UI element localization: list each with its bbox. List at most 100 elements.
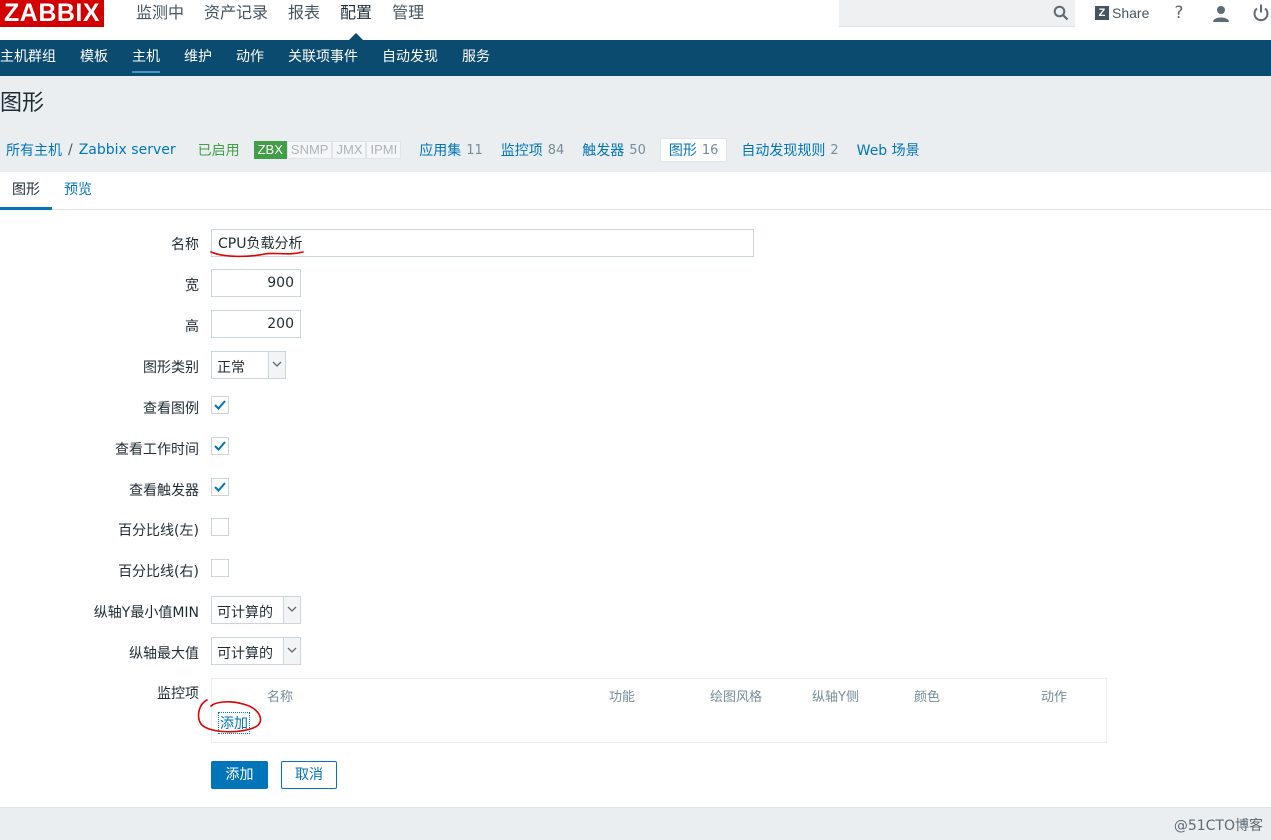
column-header-name: 名称 (267, 690, 294, 705)
checkmark-icon (214, 400, 226, 410)
breadcrumb-graphs[interactable]: 图形 16 (659, 138, 728, 162)
show-triggers-label: 查看触发器 (129, 483, 199, 499)
percentile-right-checkbox[interactable] (211, 559, 229, 577)
graph-type-label: 图形类别 (143, 360, 199, 376)
main-menu-configuration[interactable]: 配置 (330, 0, 382, 40)
checkmark-icon (214, 441, 226, 451)
host-status-enabled[interactable]: 已启用 (198, 140, 240, 160)
show-legend-checkbox[interactable] (211, 396, 229, 414)
breadcrumb-web-scenarios[interactable]: Web 场景 (857, 140, 925, 160)
name-label: 名称 (171, 237, 199, 253)
user-profile-icon[interactable] (1211, 4, 1231, 24)
chevron-down-icon (283, 638, 300, 664)
sub-menu-templates[interactable]: 模板 (68, 40, 120, 76)
breadcrumb-applications[interactable]: 应用集 11 (419, 140, 483, 160)
column-header-function: 功能 (609, 690, 636, 705)
breadcrumb-discovery-rules-count: 2 (830, 142, 839, 158)
breadcrumb-triggers[interactable]: 触发器 50 (582, 140, 646, 160)
sub-menu-event-correlation[interactable]: 关联项事件 (276, 40, 370, 76)
percentile-right-label: 百分比线(右) (118, 564, 199, 580)
sub-menu-actions[interactable]: 动作 (224, 40, 276, 76)
active-menu-caret (349, 33, 364, 40)
graph-type-select[interactable]: 正常 (211, 351, 286, 379)
main-menu-reports[interactable]: 报表 (278, 0, 330, 28)
main-menu-administration[interactable]: 管理 (382, 0, 434, 28)
checkmark-icon (214, 482, 226, 492)
show-triggers-checkbox[interactable] (211, 478, 229, 496)
sub-menu-host-groups[interactable]: 主机群组 (0, 40, 68, 76)
main-menu: 监测中 资产记录 报表 配置 管理 (126, 0, 434, 40)
page-title: 图形 (0, 91, 45, 116)
ymax-label: 纵轴最大值 (129, 646, 199, 662)
width-field[interactable] (211, 269, 301, 297)
protocol-ipmi: IPMI (366, 141, 402, 159)
sub-menu-services[interactable]: 服务 (450, 40, 502, 76)
sub-menu-discovery[interactable]: 自动发现 (370, 40, 450, 76)
main-menu-inventory[interactable]: 资产记录 (194, 0, 278, 28)
breadcrumb-discovery-rules-label: 自动发现规则 (741, 143, 826, 159)
breadcrumb-items-count: 84 (547, 142, 565, 158)
ymin-type-select[interactable]: 可计算的 (211, 596, 301, 624)
percentile-left-label: 百分比线(左) (118, 523, 199, 539)
breadcrumb-items[interactable]: 监控项 84 (501, 140, 565, 160)
width-label: 宽 (185, 278, 199, 294)
main-menu-monitoring[interactable]: 监测中 (126, 0, 194, 28)
chevron-down-icon (268, 352, 285, 378)
protocol-zbx: ZBX (253, 141, 287, 159)
footer: @51CTO博客 (0, 807, 1271, 840)
breadcrumb-all-hosts[interactable]: 所有主机 (0, 140, 68, 160)
show-working-time-checkbox[interactable] (211, 437, 229, 455)
sub-menu-maintenance[interactable]: 维护 (172, 40, 224, 76)
search-input[interactable] (839, 0, 1051, 24)
breadcrumb-graphs-count: 16 (701, 142, 719, 158)
breadcrumb-triggers-count: 50 (629, 142, 646, 158)
add-graph-button[interactable]: 添加 (211, 761, 268, 789)
header-area: 图形 所有主机 / Zabbix server 已启用 ZBX SNMP JMX… (0, 76, 1271, 172)
ymin-type-value: 可计算的 (217, 605, 273, 621)
add-item-link[interactable]: 添加 (218, 712, 250, 734)
ymax-type-select[interactable]: 可计算的 (211, 637, 301, 665)
breadcrumb-host[interactable]: Zabbix server (73, 142, 182, 158)
help-icon[interactable]: ? (1169, 3, 1189, 23)
chevron-down-icon (283, 597, 300, 623)
top-bar: ZABBIX 监测中 资产记录 报表 配置 管理 Z Share ? (0, 0, 1271, 40)
availability-protocols: ZBX SNMP JMX IPMI (253, 141, 402, 159)
height-field[interactable] (211, 310, 301, 338)
items-label: 监控项 (157, 686, 199, 702)
breadcrumb-discovery-rules[interactable]: 自动发现规则 2 (741, 140, 838, 160)
column-header-action: 动作 (1041, 690, 1068, 705)
ymax-type-value: 可计算的 (217, 646, 273, 662)
height-label: 高 (185, 319, 199, 335)
graph-type-value: 正常 (217, 360, 245, 376)
sign-out-icon[interactable] (1251, 3, 1271, 23)
sub-menu: 主机群组 模板 主机 维护 动作 关联项事件 自动发现 服务 (0, 40, 1271, 76)
sub-menu-hosts[interactable]: 主机 (120, 40, 172, 76)
tab-graph[interactable]: 图形 (0, 172, 52, 210)
breadcrumb: 所有主机 / Zabbix server 已启用 ZBX SNMP JMX IP… (0, 138, 925, 162)
zabbix-share-icon: Z (1095, 6, 1109, 20)
protocol-snmp: SNMP (286, 141, 333, 159)
search-icon[interactable] (1053, 5, 1069, 21)
show-working-time-label: 查看工作时间 (115, 442, 199, 458)
graph-items-table: 名称 功能 绘图风格 纵轴Y侧 颜色 动作 添加 (211, 678, 1107, 743)
main-menu-configuration-label: 配置 (340, 3, 373, 22)
percentile-left-checkbox[interactable] (211, 518, 229, 536)
protocol-jmx: JMX (332, 141, 367, 159)
search-box (839, 0, 1075, 27)
column-header-color: 颜色 (914, 690, 941, 705)
breadcrumb-items-label: 监控项 (500, 143, 543, 159)
name-field[interactable] (211, 229, 754, 257)
breadcrumb-triggers-label: 触发器 (582, 143, 625, 159)
breadcrumb-web-scenarios-label: Web 场景 (856, 143, 920, 159)
share-button[interactable]: Z Share (1095, 3, 1149, 23)
show-legend-label: 查看图例 (143, 401, 199, 417)
column-header-y-axis-side: 纵轴Y侧 (812, 690, 859, 705)
tab-preview[interactable]: 预览 (52, 172, 104, 209)
breadcrumb-graphs-label: 图形 (668, 143, 697, 159)
column-header-draw-style: 绘图风格 (710, 690, 763, 705)
cancel-button[interactable]: 取消 (281, 761, 337, 789)
form-tabs: 图形 预览 (0, 172, 1271, 210)
zabbix-logo[interactable]: ZABBIX (0, 0, 105, 27)
share-label: Share (1112, 5, 1150, 21)
watermark-text: @51CTO博客 (1173, 818, 1263, 834)
